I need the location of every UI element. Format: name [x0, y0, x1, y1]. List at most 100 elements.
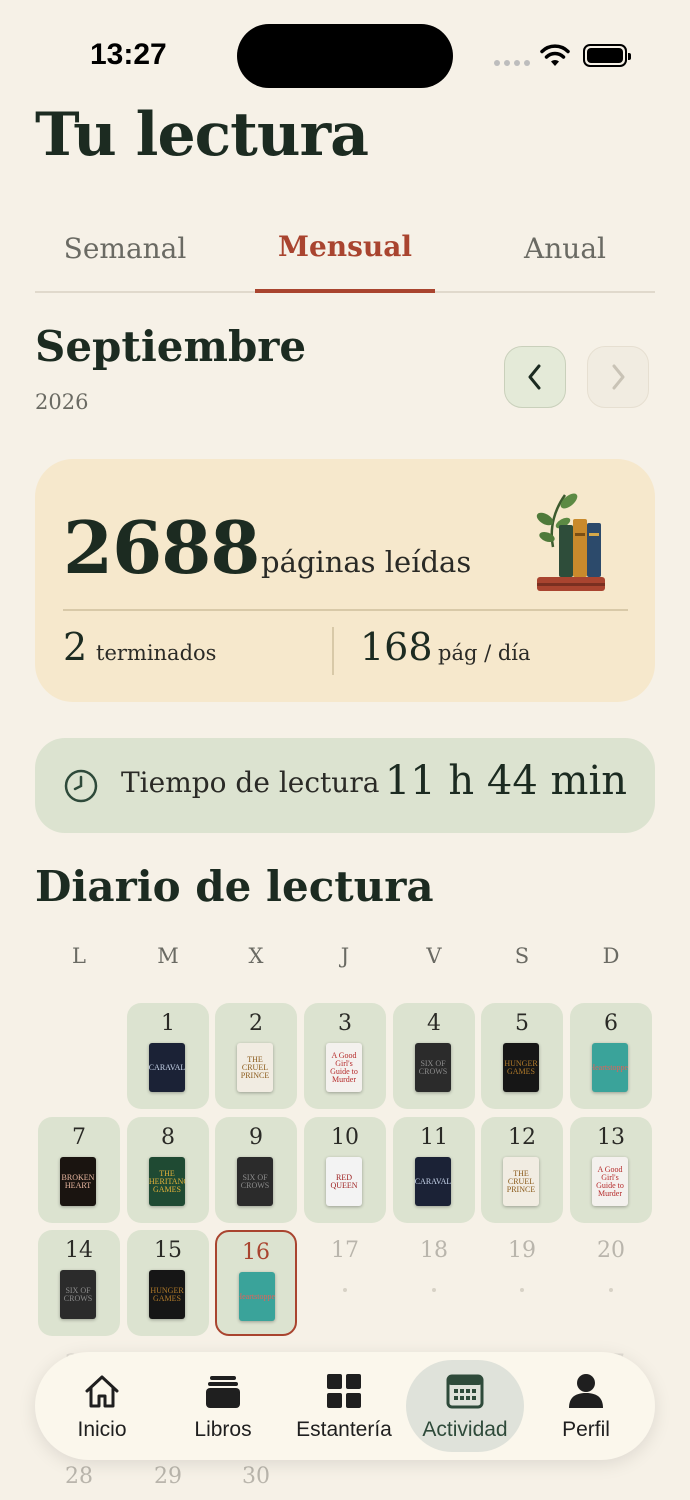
book-cover-thumbnail: A Good Girl's Guide to Murder [592, 1157, 628, 1206]
tab-bar-label: Actividad [422, 1418, 508, 1441]
book-cover-title: SIX OF CROWS [63, 1285, 93, 1303]
calendar-day[interactable]: 19 [481, 1230, 563, 1336]
book-cover-title: RED QUEEN [330, 1172, 358, 1190]
tab-bar-estanteria[interactable]: Estantería [285, 1360, 403, 1452]
book-cover-thumbnail: Heartstopper [239, 1272, 275, 1321]
day-number: 20 [597, 1238, 625, 1263]
book-cover-title: Heartstopper [592, 1062, 628, 1072]
book-cover-thumbnail: SIX OF CROWS [415, 1043, 451, 1092]
clock-icon [64, 769, 98, 803]
calendar-day[interactable]: 12 THE CRUEL PRINCE [481, 1117, 563, 1223]
calendar-day[interactable]: 28 [38, 1456, 120, 1500]
day-number: 11 [420, 1125, 448, 1150]
book-cover-title: HUNGER GAMES [504, 1058, 538, 1076]
calendar-day[interactable]: 9 SIX OF CROWS [215, 1117, 297, 1223]
calendar-day[interactable]: 2 THE CRUEL PRINCE [215, 1003, 297, 1109]
finished-books-label: terminados [96, 641, 217, 665]
pages-per-day-value: 168 [360, 625, 433, 669]
books-stack-icon [206, 1376, 240, 1408]
day-number: 1 [161, 1011, 175, 1036]
book-cover-title: Heartstopper [239, 1291, 275, 1301]
diary-title: Diario de lectura [35, 862, 434, 911]
tab-bar-libros[interactable]: Libros [164, 1360, 282, 1452]
empty-day-dot [609, 1288, 613, 1292]
empty-day-dot [343, 1288, 347, 1292]
tab-bar-inicio[interactable]: Inicio [43, 1360, 161, 1452]
book-cover-thumbnail: RED QUEEN [326, 1157, 362, 1206]
day-number: 4 [427, 1011, 441, 1036]
day-number: 30 [242, 1464, 270, 1489]
status-time: 13:27 [90, 38, 167, 71]
book-cover-thumbnail: CARAVAL [415, 1157, 451, 1206]
book-cover-thumbnail: Heartstopper [592, 1043, 628, 1092]
card-divider [63, 609, 628, 611]
calendar-day[interactable]: 20 [570, 1230, 652, 1336]
calendar-day[interactable]: 1 CARAVAL [127, 1003, 209, 1109]
period-tabs: Semanal Mensual Anual [35, 222, 655, 293]
day-number: 6 [604, 1011, 618, 1036]
tab-underline [255, 289, 435, 293]
day-number: 3 [338, 1011, 352, 1036]
pages-read-count: 2688 [63, 505, 260, 590]
book-cover-thumbnail: A Good Girl's Guide to Murder [326, 1043, 362, 1092]
calendar-day[interactable]: 14 SIX OF CROWS [38, 1230, 120, 1336]
tab-bar-perfil[interactable]: Perfil [527, 1360, 645, 1452]
day-number: 10 [331, 1125, 359, 1150]
weekday-label: J [340, 944, 350, 968]
calendar-day[interactable]: 30 [215, 1456, 297, 1500]
day-number: 8 [161, 1125, 175, 1150]
pages-read-label: páginas leídas [261, 545, 472, 579]
calendar-day[interactable]: 7 BROKEN HEART [38, 1117, 120, 1223]
day-number: 5 [515, 1011, 529, 1036]
day-number: 9 [249, 1125, 263, 1150]
book-cover-thumbnail: HUNGER GAMES [503, 1043, 539, 1092]
book-cover-title: CARAVAL [415, 1176, 451, 1186]
calendar-day[interactable]: 29 [127, 1456, 209, 1500]
day-number: 17 [331, 1238, 359, 1263]
book-cover-title: SIX OF CROWS [418, 1058, 448, 1076]
reading-time-card: Tiempo de lectura 11 h 44 min [35, 738, 655, 833]
day-number: 13 [597, 1125, 625, 1150]
calendar-day[interactable]: 10 RED QUEEN [304, 1117, 386, 1223]
day-number: 29 [154, 1464, 182, 1489]
pages-per-day-label: pág / día [438, 641, 531, 665]
book-cover-title: THE CRUEL PRINCE [506, 1168, 536, 1194]
day-number: 28 [65, 1464, 93, 1489]
tab-mensual[interactable]: Mensual [255, 230, 435, 290]
book-cover-title: CARAVAL [149, 1062, 185, 1072]
calendar-day[interactable]: 17 [304, 1230, 386, 1336]
tab-bar-actividad[interactable]: Actividad [406, 1360, 524, 1452]
book-cover-title: THE INHERITANCE GAMES [149, 1168, 185, 1194]
calendar-day[interactable]: 15 HUNGER GAMES [127, 1230, 209, 1336]
card-vertical-divider [332, 627, 334, 675]
calendar-day[interactable]: 3 A Good Girl's Guide to Murder [304, 1003, 386, 1109]
calendar-day[interactable]: 18 [393, 1230, 475, 1336]
calendar-day-today[interactable]: 16 Heartstopper [215, 1230, 297, 1336]
book-cover-title: SIX OF CROWS [240, 1172, 270, 1190]
calendar-day[interactable]: 5 HUNGER GAMES [481, 1003, 563, 1109]
next-month-button[interactable] [587, 346, 649, 408]
tab-anual[interactable]: Anual [475, 232, 655, 292]
battery-icon [583, 44, 631, 67]
book-cover-title: HUNGER GAMES [150, 1285, 184, 1303]
day-number: 15 [154, 1238, 182, 1263]
calendar-day[interactable]: 6 Heartstopper [570, 1003, 652, 1109]
chevron-right-icon [612, 364, 625, 390]
status-bar: 13:27 [0, 0, 690, 100]
calendar-day[interactable]: 8 THE INHERITANCE GAMES [127, 1117, 209, 1223]
calendar-day[interactable]: 11 CARAVAL [393, 1117, 475, 1223]
tab-semanal[interactable]: Semanal [35, 232, 215, 292]
books-plant-icon [536, 493, 605, 591]
weekday-label: D [602, 944, 620, 968]
book-cover-title: A Good Girl's Guide to Murder [596, 1164, 624, 1198]
calendar-day[interactable]: 4 SIX OF CROWS [393, 1003, 475, 1109]
previous-month-button[interactable] [504, 346, 566, 408]
book-cover-title: A Good Girl's Guide to Murder [330, 1050, 358, 1084]
calendar-day[interactable]: 13 A Good Girl's Guide to Murder [570, 1117, 652, 1223]
day-number: 16 [242, 1240, 270, 1265]
book-cover-title: THE CRUEL PRINCE [240, 1054, 270, 1080]
day-number: 18 [420, 1238, 448, 1263]
monthly-summary-card: 2688 páginas leídas 2 terminados 168 pág… [35, 459, 655, 702]
book-cover-thumbnail: THE CRUEL PRINCE [237, 1043, 273, 1092]
book-cover-thumbnail: THE INHERITANCE GAMES [149, 1157, 185, 1206]
